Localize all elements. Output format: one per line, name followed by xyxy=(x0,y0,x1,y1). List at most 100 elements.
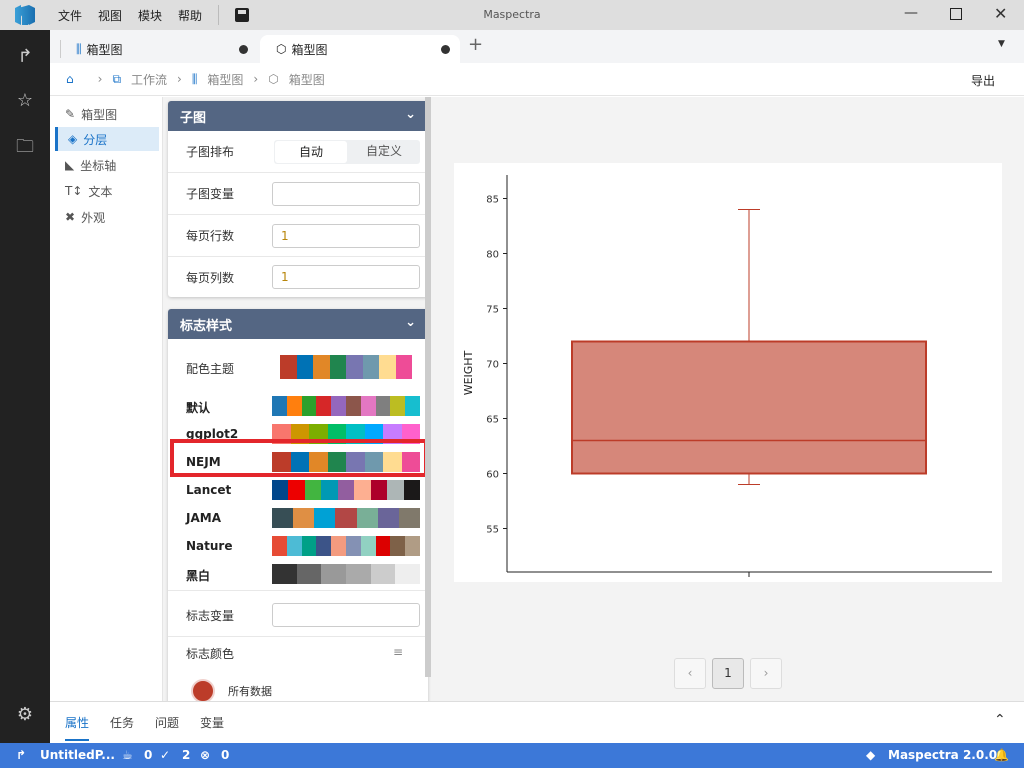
color-swatch xyxy=(301,396,317,416)
field-label: 每页列数 xyxy=(186,270,235,285)
settings-icon[interactable]: ⚙ xyxy=(13,704,37,728)
color-swatch xyxy=(398,508,420,528)
current-theme-swatch xyxy=(280,355,412,379)
layout-auto[interactable]: 自动 xyxy=(275,140,347,163)
color-swatch xyxy=(272,508,294,528)
nav-text[interactable]: T↕ 文本 xyxy=(55,179,159,203)
text-icon: T↕ xyxy=(65,184,83,198)
color-swatch xyxy=(375,396,391,416)
maximize-button[interactable] xyxy=(950,8,962,20)
sort-icon[interactable]: ≡ xyxy=(393,645,403,659)
tabs-dropdown-icon[interactable]: ▼ xyxy=(998,39,1005,49)
nav-label: 箱型图 xyxy=(81,107,118,122)
breadcrumb: ⌂ › ⧉ 工作流 › ⫼ 箱型图 › ⬡ 箱型图 导出 xyxy=(50,63,1024,96)
color-swatch xyxy=(370,564,396,584)
nav-appearance[interactable]: ✖ 外观 xyxy=(55,205,159,229)
nav-label: 文本 xyxy=(88,184,113,199)
palette-4[interactable] xyxy=(272,508,420,528)
color-swatch xyxy=(346,355,363,379)
axis-icon: ◣ xyxy=(65,158,75,172)
page-current[interactable]: 1 xyxy=(712,658,744,689)
y-tick-label: 55 xyxy=(486,525,499,536)
field-label: 每页行数 xyxy=(186,229,235,243)
palette-3[interactable] xyxy=(272,480,420,500)
palette-5[interactable] xyxy=(272,536,420,556)
nav-boxplot[interactable]: ✎ 箱型图 xyxy=(55,102,159,126)
color-swatch xyxy=(360,396,376,416)
chevron-up-icon[interactable]: ⌃ xyxy=(994,712,1006,728)
minimize-button[interactable]: — xyxy=(904,5,918,21)
version-label: Maspectra 2.0.0 xyxy=(888,748,998,762)
card-title: 子图 xyxy=(180,110,207,126)
color-swatch xyxy=(370,480,388,500)
close-button[interactable]: ✕ xyxy=(994,4,1007,23)
color-swatch xyxy=(272,480,289,500)
marker-header[interactable]: 标志样式 ⌄ xyxy=(168,309,428,339)
tab-properties[interactable]: 属性 xyxy=(65,714,90,741)
tab-bar: ⫼ 箱型图 ⬡ 箱型图 + ▼ xyxy=(50,30,1024,63)
y-tick-label: 80 xyxy=(486,250,499,261)
color-swatch xyxy=(356,508,378,528)
nav-layers[interactable]: ◈ 分层 xyxy=(55,127,159,151)
subplot-var-input[interactable] xyxy=(272,181,420,206)
rows-per-page-input[interactable]: 1 xyxy=(272,223,420,248)
palette-label: Lancet xyxy=(186,483,232,497)
y-axis-label: WEIGHT xyxy=(462,350,475,395)
marker-card: 标志样式 ⌄ 配色主题 默认 ggplot2 NEJM Lancet JAMA Nature… xyxy=(168,309,428,701)
color-swatch xyxy=(354,480,371,500)
subplot-header[interactable]: 子图 ⌄ xyxy=(168,101,428,131)
tag-icon: ◆ xyxy=(866,748,876,762)
color-swatch xyxy=(280,355,297,379)
project-name[interactable]: UntitledP... xyxy=(40,748,115,762)
color-swatch xyxy=(335,508,357,528)
nav-axis[interactable]: ◣ 坐标轴 xyxy=(55,153,159,177)
prev-page-button[interactable]: ‹ xyxy=(674,658,706,689)
bell-icon[interactable]: 🔔 xyxy=(994,748,1009,762)
color-swatch xyxy=(346,564,371,584)
color-swatch xyxy=(313,355,330,379)
tab-label: 箱型图 xyxy=(291,42,328,57)
panel-scrollbar[interactable] xyxy=(425,97,431,677)
y-tick-label: 60 xyxy=(486,470,499,481)
field-label: 子图排布 xyxy=(186,145,235,159)
tab-tasks[interactable]: 任务 xyxy=(110,714,134,731)
folder-icon[interactable]: 🗀 xyxy=(13,134,37,158)
field-label: 标志变量 xyxy=(186,609,235,623)
chevron-down-icon[interactable]: ⌄ xyxy=(405,107,416,122)
branch-icon: ↱ xyxy=(16,748,27,762)
palette-0[interactable] xyxy=(272,396,420,416)
cup-count: 0 xyxy=(144,748,153,762)
breadcrumb-boxplot[interactable]: 箱型图 xyxy=(207,71,243,88)
next-page-button[interactable]: › xyxy=(750,658,782,689)
cols-per-page-input[interactable]: 1 xyxy=(272,265,420,289)
color-swatch xyxy=(405,536,420,556)
color-swatch xyxy=(286,396,302,416)
tab-boxplot-2[interactable]: ⬡ 箱型图 xyxy=(260,35,460,63)
palette-label: 默认 xyxy=(186,401,211,415)
chevron-down-icon[interactable]: ⌄ xyxy=(405,315,416,330)
status-bar: ↱ UntitledP... ☕ 0 ✓ 2 ⊗ 0 ◆ Maspectra 2… xyxy=(0,743,1024,768)
nav-label: 外观 xyxy=(81,210,106,225)
palette-6[interactable] xyxy=(272,564,421,584)
breadcrumb-current[interactable]: 箱型图 xyxy=(289,71,325,88)
marker-var-input[interactable] xyxy=(272,603,420,627)
breadcrumb-workflow[interactable]: 工作流 xyxy=(131,71,167,88)
legend-color-swatch[interactable] xyxy=(191,679,215,701)
home-icon[interactable]: ⌂ xyxy=(66,72,74,86)
star-icon[interactable]: ☆ xyxy=(13,90,37,114)
color-swatch xyxy=(375,536,391,556)
color-swatch xyxy=(288,480,305,500)
layout-custom[interactable]: 自定义 xyxy=(348,140,420,164)
pen-icon: ✎ xyxy=(65,107,76,121)
color-swatch xyxy=(272,396,287,416)
color-swatch xyxy=(316,396,332,416)
workflow-icon[interactable]: ↱ xyxy=(13,46,37,70)
tab-variables[interactable]: 变量 xyxy=(200,714,224,731)
palette-label: Nature xyxy=(186,539,233,553)
color-swatch xyxy=(331,396,346,416)
tab-boxplot-1[interactable]: ⫼ 箱型图 xyxy=(68,35,258,63)
add-tab-button[interactable]: + xyxy=(468,34,483,55)
tab-problems[interactable]: 问题 xyxy=(155,714,179,731)
export-button[interactable]: 导出 xyxy=(971,72,995,89)
theme-label: 配色主题 xyxy=(186,362,235,376)
